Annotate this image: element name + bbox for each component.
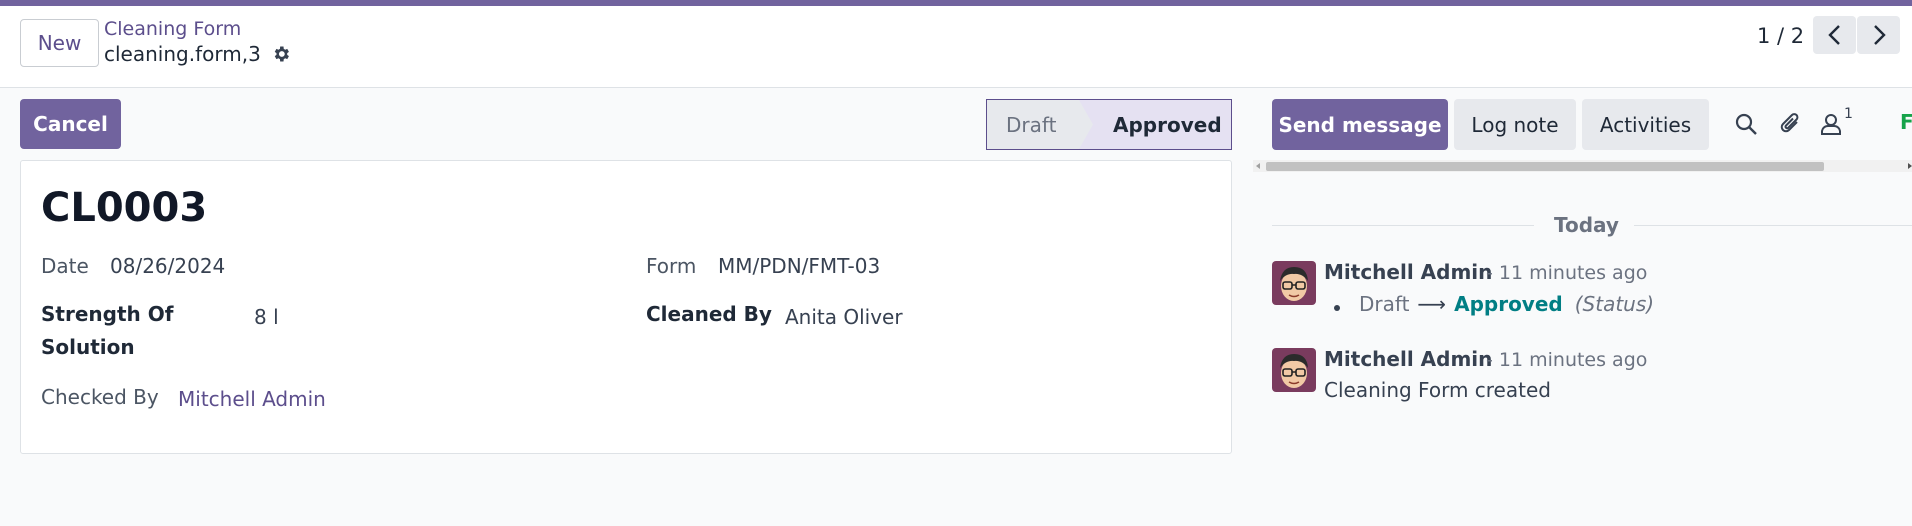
pager-previous-button[interactable] — [1813, 16, 1856, 54]
date-separator-line-left — [1272, 225, 1534, 226]
user-icon[interactable] — [1818, 111, 1844, 137]
activities-button[interactable]: Activities — [1582, 99, 1709, 150]
status-draft[interactable]: Draft — [987, 100, 1093, 149]
follower-count: 1 — [1844, 106, 1853, 122]
strength-label-line1: Strength Of — [41, 302, 174, 326]
pager-next-button[interactable] — [1857, 16, 1900, 54]
gear-icon[interactable] — [271, 44, 291, 64]
arrow-right-icon: ⟶ — [1417, 292, 1447, 316]
message-author[interactable]: Mitchell Admin — [1324, 347, 1492, 371]
status-bar: Draft Approved — [986, 99, 1232, 150]
chevron-left-icon — [1827, 25, 1840, 45]
search-icon[interactable] — [1733, 111, 1759, 137]
strength-value[interactable]: 8 l — [254, 305, 279, 329]
date-label: Date — [41, 254, 89, 278]
form-value[interactable]: MM/PDN/FMT-03 — [718, 254, 880, 278]
tracking-field-name: (Status) — [1574, 292, 1655, 316]
date-separator: Today — [1554, 213, 1619, 237]
cancel-button[interactable]: Cancel — [20, 99, 121, 149]
breadcrumb-current: cleaning.form,3 — [104, 42, 291, 66]
message-time: - 11 minutes ago — [1486, 349, 1648, 371]
paperclip-icon[interactable] — [1778, 111, 1804, 137]
checked-by-link[interactable]: Mitchell Admin — [178, 387, 326, 411]
checked-by-label: Checked By — [41, 385, 159, 409]
message-body: Cleaning Form created — [1324, 378, 1551, 402]
message-author[interactable]: Mitchell Admin — [1324, 260, 1492, 284]
avatar[interactable] — [1272, 261, 1316, 305]
status-approved[interactable]: Approved — [1079, 100, 1231, 149]
form-label: Form — [646, 254, 697, 278]
scroll-right-arrow[interactable] — [1908, 163, 1912, 169]
strength-label-line2: Solution — [41, 335, 135, 359]
pager-value[interactable]: 1 / 2 — [1757, 24, 1804, 48]
scroll-left-arrow[interactable] — [1256, 163, 1260, 169]
horizontal-scrollbar[interactable] — [1253, 160, 1912, 172]
control-panel: New Cleaning Form cleaning.form,3 1 / 2 — [0, 6, 1912, 88]
send-message-button[interactable]: Send message — [1272, 99, 1448, 150]
scroll-thumb[interactable] — [1266, 162, 1824, 171]
tracking-bullet — [1334, 305, 1340, 311]
date-value[interactable]: 08/26/2024 — [110, 254, 225, 278]
form-sheet: CL0003 Date 08/26/2024 Form MM/PDN/FMT-0… — [20, 160, 1232, 454]
tracking-value: Draft ⟶ Approved (Status) — [1359, 292, 1654, 316]
cleaned-by-value[interactable]: Anita Oliver — [785, 305, 903, 329]
strength-label: Strength Of Solution — [41, 298, 173, 364]
chevron-right-icon — [1873, 25, 1886, 45]
record-title: CL0003 — [41, 185, 208, 231]
cleaned-by-label: Cleaned By — [646, 302, 772, 326]
log-note-button[interactable]: Log note — [1454, 99, 1576, 150]
tracking-old-value: Draft — [1359, 292, 1410, 316]
tracking-new-value: Approved — [1454, 292, 1563, 316]
message-time: - 11 minutes ago — [1486, 262, 1648, 284]
follow-button[interactable]: F — [1900, 110, 1912, 134]
breadcrumb-parent-link[interactable]: Cleaning Form — [104, 18, 241, 40]
avatar[interactable] — [1272, 348, 1316, 392]
date-separator-line-right — [1634, 225, 1912, 226]
new-button[interactable]: New — [20, 19, 99, 67]
record-ref-text: cleaning.form,3 — [104, 42, 261, 66]
